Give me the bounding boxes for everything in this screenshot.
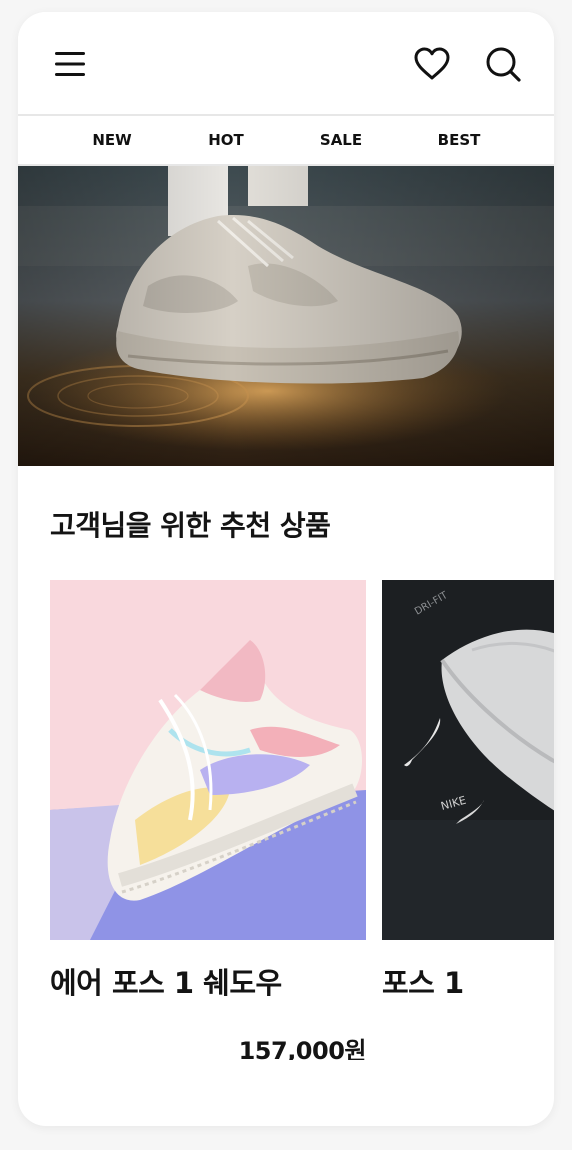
product-name[interactable]: 에어 포스 1 쉐도우 — [50, 960, 282, 1002]
wishlist-button[interactable] — [410, 42, 454, 86]
product-name[interactable]: 포스 1 — [382, 960, 464, 1002]
search-icon — [486, 47, 521, 82]
white-sneaker-dark-image: NIKE DRI-FIT — [382, 580, 554, 940]
category-tabs: NEW HOT SALE BEST — [18, 114, 554, 166]
tab-hot[interactable]: HOT — [186, 116, 266, 164]
product-image[interactable] — [50, 580, 366, 940]
recommend-section-title: 고객님을 위한 추천 상품 — [50, 509, 331, 542]
top-bar — [18, 12, 554, 114]
product-card[interactable]: NIKE DRI-FIT 포스 1 — [382, 580, 554, 1000]
tab-sale[interactable]: SALE — [301, 116, 381, 164]
sneaker-banner-image — [18, 166, 554, 466]
app-screen: NEW HOT SALE BEST 고객님을 위한 추천 상품 에어 포스 1 … — [18, 12, 554, 1126]
product-card[interactable]: 에어 포스 1 쉐도우 157,000원 — [50, 580, 367, 1060]
tab-best[interactable]: BEST — [419, 116, 499, 164]
pastel-sneaker-image — [50, 580, 366, 940]
hamburger-menu-icon — [55, 52, 85, 76]
product-carousel[interactable]: 에어 포스 1 쉐도우 157,000원 NIKE DRI-FIT 포스 1 — [18, 580, 554, 1060]
search-button[interactable] — [481, 42, 525, 86]
product-image[interactable]: NIKE DRI-FIT — [382, 580, 554, 940]
menu-button[interactable] — [48, 42, 92, 86]
tab-new[interactable]: NEW — [72, 116, 152, 164]
product-price: 157,000원 — [238, 1037, 367, 1060]
heart-icon — [414, 47, 450, 80]
hero-banner[interactable] — [18, 166, 554, 466]
